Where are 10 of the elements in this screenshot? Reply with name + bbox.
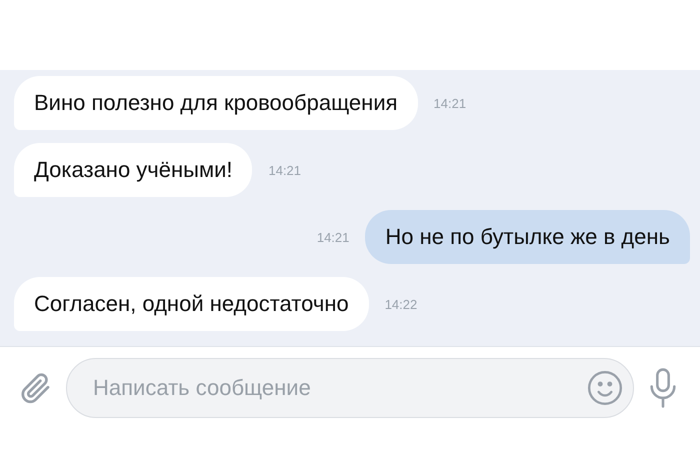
message-time: 14:22 [384, 296, 418, 312]
message-time: 14:21 [268, 162, 302, 178]
message-bubble: Вино полезно для кровообращения [14, 76, 418, 130]
smiley-icon[interactable] [586, 369, 624, 407]
message-bubble: Но не по бутылке же в день [365, 210, 690, 264]
message-input-field[interactable]: Написать сообщение [66, 358, 634, 418]
message-time: 14:21 [316, 230, 350, 244]
message-bubble: Согласен, одной недостаточно [14, 277, 369, 331]
message-bubble: Доказано учёными! [14, 143, 252, 197]
message-time: 14:21 [434, 96, 466, 110]
